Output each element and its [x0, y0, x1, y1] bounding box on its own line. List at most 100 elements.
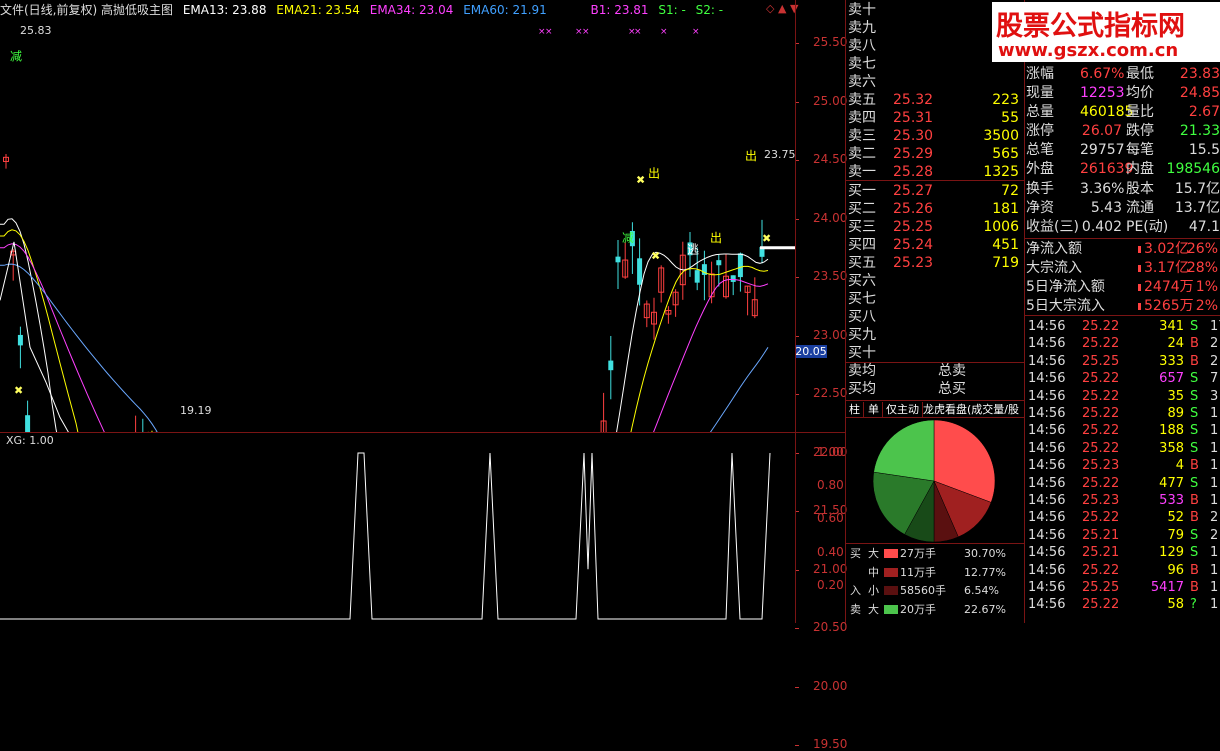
xg-axis-label: 0.40 — [817, 544, 844, 559]
capital-label: 净流入额 — [1026, 241, 1082, 257]
star-mark-icon: ✖ — [636, 173, 645, 186]
quote-value: 2.67 — [1188, 104, 1220, 120]
buy-level-row[interactable]: 买四 25.24 451 — [848, 236, 1023, 254]
sell-level-row[interactable]: 卖九 — [848, 19, 1023, 37]
tick-price: 25.23 — [1082, 493, 1120, 508]
indicator-header: 文件(日线,前复权) 高抛低吸主图 EMA13: 23.88 EMA21: 23… — [0, 0, 795, 20]
tick-time: 14:56 — [1028, 493, 1066, 508]
sell-level-row[interactable]: 卖三 25.30 3500 — [848, 127, 1023, 145]
quote-label: 涨幅 — [1026, 66, 1054, 82]
up-arrow-icon[interactable]: ▲ — [778, 2, 786, 15]
tick-volume: 52 — [1167, 510, 1184, 526]
tick-time: 14:56 — [1028, 319, 1066, 334]
tick-price: 25.21 — [1082, 545, 1120, 561]
diamond-icon[interactable]: ◇ — [766, 2, 774, 15]
legend-swatch — [884, 549, 898, 558]
xg-axis-label: 0.20 — [817, 577, 844, 592]
buy-level-row[interactable]: 买一 25.27 72 — [848, 182, 1023, 200]
tick-time: 14:56 — [1028, 353, 1066, 369]
candle-body — [17, 334, 23, 346]
level-price: 25.30 — [893, 128, 934, 144]
chart-title[interactable]: 文件(日线,前复权) 高抛低吸主图 — [0, 3, 173, 17]
tick-price: 25.23 — [1082, 458, 1120, 474]
tick-direction: B — [1190, 510, 1199, 526]
capital-pct: 28% — [1186, 260, 1218, 276]
buy-level-row[interactable]: 买五 25.23 719 — [848, 254, 1023, 272]
banner-title: 股票公式指标网 — [996, 11, 1185, 42]
quote-value: 198546 — [1166, 161, 1220, 177]
tick-time: 14:56 — [1028, 580, 1066, 595]
quote-row: 总笔 29757 每笔 15.5 — [1026, 141, 1220, 160]
sell-level-row[interactable]: 卖六 — [848, 73, 1023, 91]
quote-value: 29757 — [1080, 142, 1125, 158]
tick-volume: 533 — [1159, 493, 1184, 508]
quote-label: 收益(三) — [1026, 219, 1079, 235]
level-price: 25.31 — [893, 110, 934, 126]
buy-level-row[interactable]: 买二 25.26 181 — [848, 200, 1023, 218]
sell-level-row[interactable]: 卖十 — [848, 1, 1023, 19]
pie-slice — [873, 419, 935, 482]
tick-volume: 657 — [1159, 371, 1184, 387]
signal-mark-out: 出 — [710, 231, 722, 245]
total-sell-label: 总卖 — [938, 363, 966, 379]
quote-value: 21.33 — [1179, 123, 1220, 139]
level-label: 卖八 — [848, 38, 876, 54]
quote-label: 量比 — [1126, 104, 1154, 120]
xg-signal-line — [0, 452, 771, 620]
level-price: 25.29 — [893, 146, 934, 162]
tick-direction: B — [1190, 580, 1199, 595]
tick-price: 25.22 — [1082, 371, 1120, 387]
tick-row: 14:56 25.23 4 B 1 — [1026, 457, 1220, 474]
tab-dragon-tiger[interactable]: 龙虎看盘(成交量/股 — [920, 402, 1024, 417]
capital-label: 5日大宗流入 — [1026, 298, 1105, 314]
buy-level-row[interactable]: 买六 — [848, 272, 1023, 290]
quote-value: 6.67% — [1080, 66, 1125, 82]
tick-volume: 188 — [1159, 423, 1184, 439]
sell-level-row[interactable]: 卖七 — [848, 55, 1023, 73]
level-price: 25.32 — [893, 92, 934, 108]
axis-tick-label: 23.50 — [813, 269, 848, 283]
sell-level-row[interactable]: 卖四 25.31 55 — [848, 109, 1023, 127]
level-label: 买九 — [848, 327, 876, 343]
quote-label: 股本 — [1126, 181, 1154, 197]
sell-level-row[interactable]: 卖二 25.29 565 — [848, 145, 1023, 163]
level-label: 卖十 — [848, 2, 876, 18]
flow-amount: 11万手 — [900, 565, 936, 579]
axis-tick-label: 24.00 — [813, 210, 848, 225]
tick-row: 14:56 25.22 341 S 17 — [1026, 318, 1220, 335]
tick-direction: S — [1190, 440, 1199, 456]
ema13-readout: EMA13: 23.88 — [182, 3, 267, 17]
tick-count: 1 — [1210, 580, 1219, 595]
level-volume: 223 — [992, 92, 1019, 108]
buy-level-row[interactable]: 买三 25.25 1006 — [848, 218, 1023, 236]
level-price: 25.25 — [893, 219, 934, 235]
tab-single[interactable]: 单 — [865, 402, 883, 417]
sell-level-row[interactable]: 卖五 25.32 223 — [848, 91, 1023, 109]
buy-level-row[interactable]: 买八 — [848, 308, 1023, 326]
xg-indicator-chart[interactable] — [0, 433, 795, 623]
level-label: 卖一 — [848, 164, 876, 180]
ema34-line — [0, 243, 769, 432]
sell-level-row[interactable]: 卖八 — [848, 37, 1023, 55]
level-price: 25.26 — [893, 201, 934, 217]
kline-chart[interactable]: 逃进进进进出出出出出出出出减减减减破$逃✖✖✖✖✖✖✖✖×××××××× — [0, 20, 795, 432]
level-price: 25.27 — [893, 183, 934, 199]
level-volume: 1006 — [983, 219, 1019, 235]
tick-row: 14:56 25.22 358 S 1 — [1026, 440, 1220, 457]
tick-direction: S — [1190, 406, 1199, 421]
tab-active-only[interactable]: 仅主动 — [883, 402, 923, 417]
capital-value: 3.17亿 — [1144, 260, 1190, 276]
buy-level-row[interactable]: 买十 — [848, 344, 1023, 362]
quote-label: 现量 — [1026, 85, 1054, 101]
tick-direction: B — [1190, 562, 1199, 578]
buy-level-row[interactable]: 买七 — [848, 290, 1023, 308]
tick-time: 14:56 — [1028, 423, 1066, 439]
buy-level-row[interactable]: 买九 — [848, 326, 1023, 344]
quote-value: 13.7亿 — [1174, 200, 1220, 216]
top-marker-icon: × — [634, 27, 642, 37]
tab-bar-chart[interactable]: 柱 — [846, 402, 864, 417]
level-label: 买一 — [848, 183, 876, 199]
tick-time: 14:56 — [1028, 458, 1066, 474]
sell-level-row[interactable]: 卖一 25.28 1325 — [848, 163, 1023, 181]
capital-row: 大宗流入 3.17亿 28% — [1026, 259, 1220, 278]
